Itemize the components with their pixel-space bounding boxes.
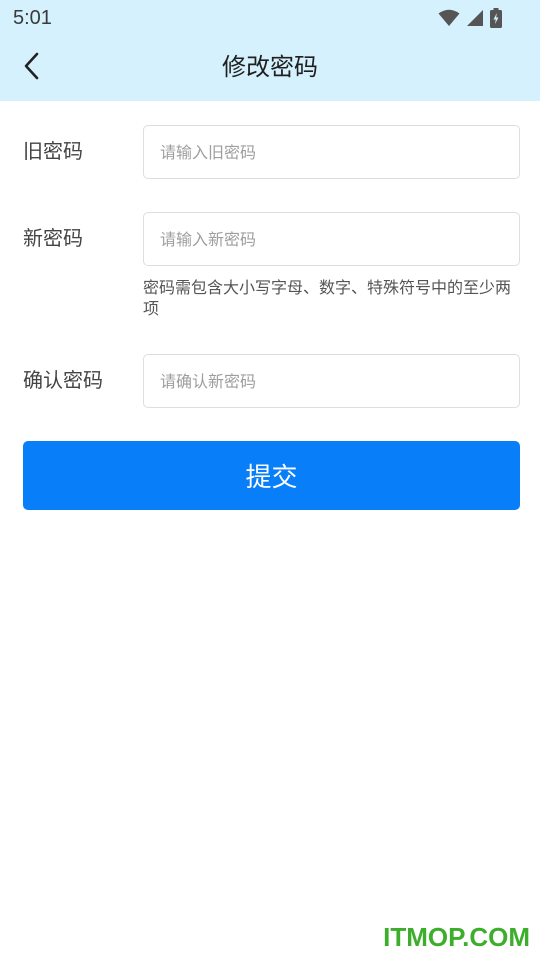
new-password-input[interactable] bbox=[144, 213, 519, 265]
old-password-label: 旧密码 bbox=[23, 139, 83, 163]
status-time: 5:01 bbox=[13, 7, 52, 29]
password-hint: 密码需包含大小写字母、数字、特殊符号中的至少两项 bbox=[143, 278, 512, 318]
page-title: 修改密码 bbox=[222, 53, 318, 81]
confirm-password-input[interactable] bbox=[144, 355, 519, 407]
old-password-input[interactable] bbox=[144, 126, 519, 178]
new-password-field[interactable] bbox=[143, 212, 520, 266]
confirm-password-label: 确认密码 bbox=[23, 368, 103, 392]
new-password-label: 新密码 bbox=[23, 226, 83, 250]
watermark-logo: ITMOP.COM bbox=[383, 922, 530, 952]
app-header: 5:01 修改密码 bbox=[0, 0, 540, 101]
status-icons bbox=[438, 6, 502, 30]
wifi-icon bbox=[438, 9, 460, 27]
confirm-password-field[interactable] bbox=[143, 354, 520, 408]
submit-button[interactable]: 提交 bbox=[23, 441, 520, 510]
signal-icon bbox=[466, 9, 484, 27]
old-password-field[interactable] bbox=[143, 125, 520, 179]
battery-charging-icon bbox=[490, 8, 502, 28]
